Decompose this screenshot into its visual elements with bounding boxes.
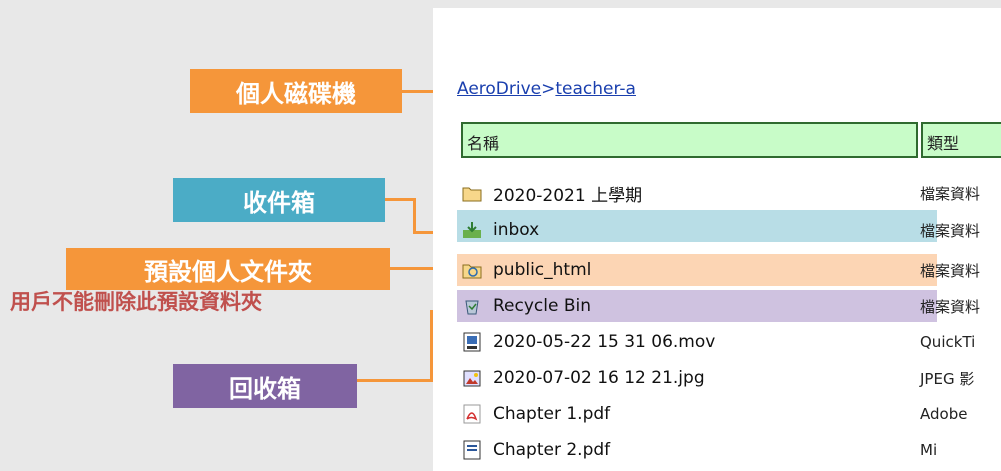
connector-line: [385, 198, 415, 201]
breadcrumb-separator: >: [541, 79, 556, 99]
file-browser-panel: AeroDrive>teacher-a 名稱 類型 2020-2021 上學期 …: [433, 8, 1001, 471]
file-name: 2020-05-22 15 31 06.mov: [493, 332, 716, 352]
default-folder-label: 預設個人文件夾: [66, 248, 390, 290]
file-type: JPEG 影: [920, 369, 975, 388]
file-name: 2020-07-02 16 12 21.jpg: [493, 368, 705, 388]
connector-line: [357, 379, 433, 382]
file-row[interactable]: public_html: [457, 254, 913, 286]
breadcrumb-current-link[interactable]: teacher-a: [555, 79, 636, 99]
image-file-icon: [461, 368, 483, 388]
personal-drive-label: 個人磁碟機: [190, 69, 402, 113]
inbox-icon: [461, 220, 483, 240]
column-header-type[interactable]: 類型: [921, 122, 1001, 158]
connector-line: [402, 90, 436, 93]
file-row[interactable]: 2020-2021 上學期: [457, 177, 913, 209]
file-type: 檔案資料: [920, 184, 981, 203]
folder-icon: [461, 183, 483, 203]
video-file-icon: [461, 332, 483, 352]
web-folder-icon: [461, 260, 483, 280]
pdf-file-icon: [461, 404, 483, 424]
file-type: Mi: [920, 441, 938, 459]
inbox-label: 收件箱: [173, 178, 385, 222]
cannot-delete-note: 用戶不能刪除此預設資料夾: [10, 290, 262, 314]
breadcrumb: AeroDrive>teacher-a: [457, 79, 636, 99]
file-name: inbox: [493, 220, 540, 240]
recycle-label: 回收箱: [173, 364, 357, 408]
file-row[interactable]: Recycle Bin: [457, 290, 913, 322]
file-row[interactable]: 2020-05-22 15 31 06.mov: [457, 326, 913, 358]
file-type: 檔案資料: [920, 297, 981, 316]
file-name: 2020-2021 上學期: [493, 185, 643, 206]
doc-file-icon: [461, 440, 483, 460]
recycle-bin-icon: [461, 296, 483, 316]
file-row[interactable]: Chapter 2.pdf: [457, 434, 913, 466]
file-type: 檔案資料: [920, 221, 981, 240]
file-row[interactable]: 2020-07-02 16 12 21.jpg: [457, 362, 913, 394]
column-header-name[interactable]: 名稱: [461, 122, 918, 158]
file-name: Chapter 2.pdf: [493, 440, 611, 460]
file-row[interactable]: inbox: [457, 214, 913, 246]
file-name: Chapter 1.pdf: [493, 404, 611, 424]
file-type: QuickTi: [920, 333, 976, 351]
file-row[interactable]: Chapter 1.pdf: [457, 398, 913, 430]
file-name: public_html: [493, 260, 592, 280]
breadcrumb-root-link[interactable]: AeroDrive: [457, 79, 541, 99]
connector-line: [413, 198, 416, 234]
file-type: 檔案資料: [920, 261, 981, 280]
file-type: Adobe: [920, 405, 968, 423]
file-name: Recycle Bin: [493, 296, 592, 316]
